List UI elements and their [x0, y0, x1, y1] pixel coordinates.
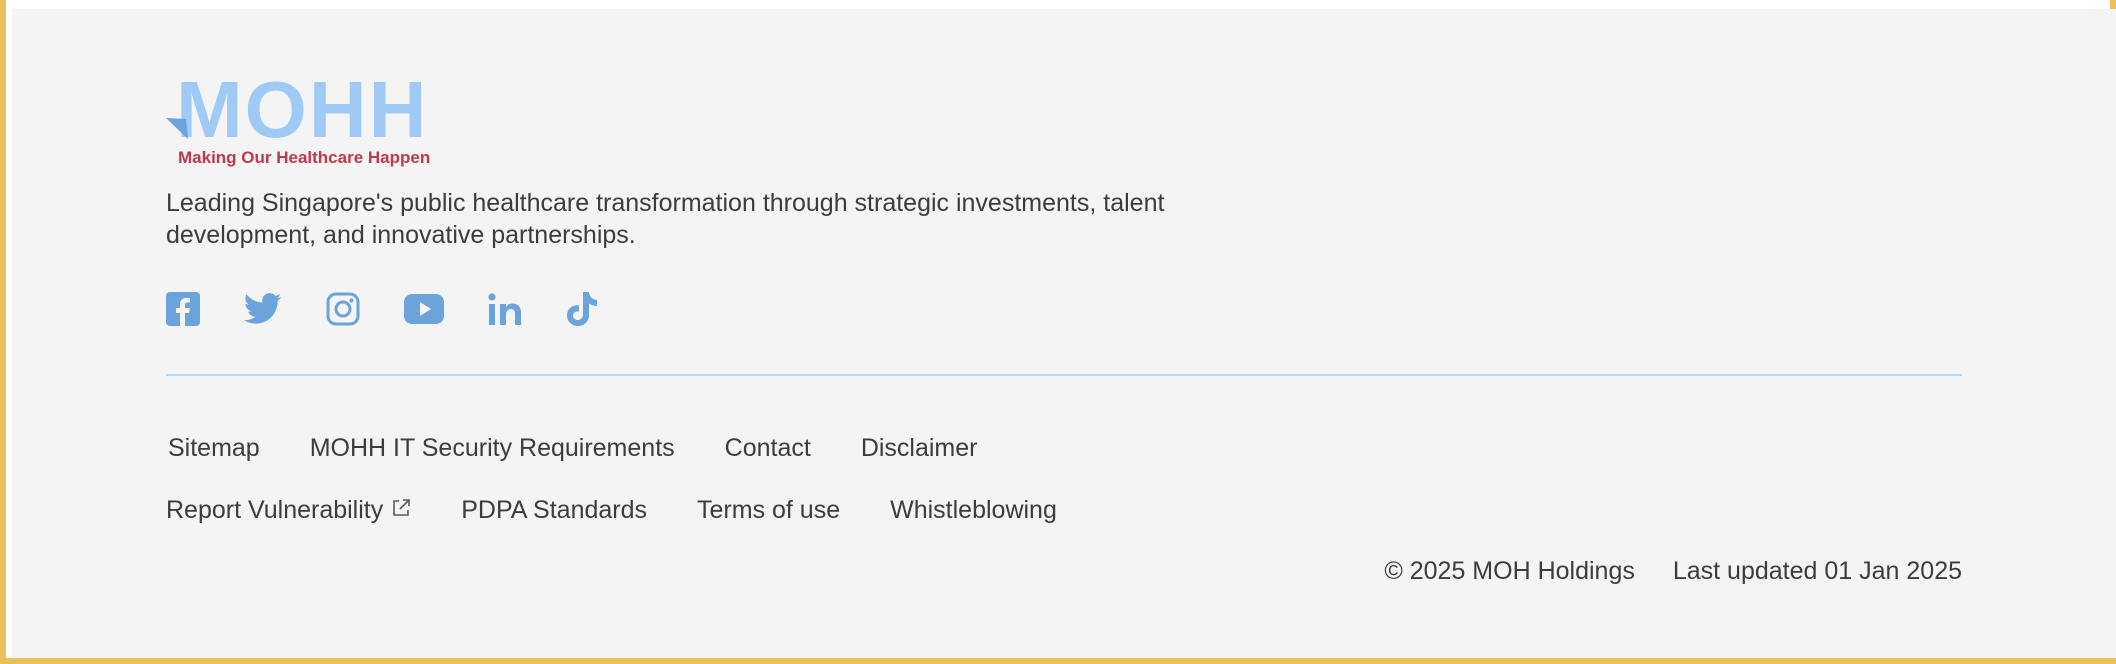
footer-meta: © 2025 MOH Holdings Last updated 01 Jan …	[1384, 557, 1962, 586]
disclaimer-link[interactable]: Disclaimer	[861, 434, 978, 463]
facebook-icon[interactable]	[166, 289, 200, 329]
footer-content: MOHH Making Our Healthcare Happen Leadin…	[166, 9, 1962, 658]
whistleblowing-link[interactable]: Whistleblowing	[890, 496, 1057, 525]
it-security-requirements-link[interactable]: MOHH IT Security Requirements	[310, 434, 675, 463]
svg-text:MOHH: MOHH	[176, 67, 428, 154]
linkedin-icon[interactable]	[488, 289, 522, 329]
social-links	[166, 285, 642, 333]
external-link-icon	[391, 496, 411, 525]
svg-text:Making Our Healthcare Happen: Making Our Healthcare Happen	[178, 148, 430, 167]
page-frame: MOHH Making Our Healthcare Happen Leadin…	[0, 0, 2116, 664]
tiktok-icon[interactable]	[566, 289, 598, 329]
footer-links-secondary: Report Vulnerability PDPA Standards Term…	[166, 496, 1107, 525]
footer-links-primary: Sitemap MOHH IT Security Requirements Co…	[166, 434, 1028, 463]
site-footer: MOHH Making Our Healthcare Happen Leadin…	[12, 9, 2116, 658]
report-vulnerability-link[interactable]: Report Vulnerability	[166, 496, 411, 525]
report-vulnerability-label: Report Vulnerability	[166, 496, 384, 524]
youtube-icon[interactable]	[404, 289, 444, 329]
last-updated-text: Last updated 01 Jan 2025	[1672, 557, 1962, 585]
twitter-icon[interactable]	[244, 289, 282, 329]
instagram-icon[interactable]	[326, 289, 360, 329]
contact-link[interactable]: Contact	[725, 434, 811, 463]
terms-of-use-link[interactable]: Terms of use	[697, 496, 840, 525]
copyright-text: © 2025 MOH Holdings	[1384, 557, 1635, 585]
mohh-logo[interactable]: MOHH Making Our Healthcare Happen	[166, 65, 466, 167]
footer-divider	[166, 374, 1962, 376]
footer-description: Leading Singapore's public healthcare tr…	[166, 189, 1165, 249]
pdpa-standards-link[interactable]: PDPA Standards	[461, 496, 647, 525]
sitemap-link[interactable]: Sitemap	[168, 434, 260, 463]
